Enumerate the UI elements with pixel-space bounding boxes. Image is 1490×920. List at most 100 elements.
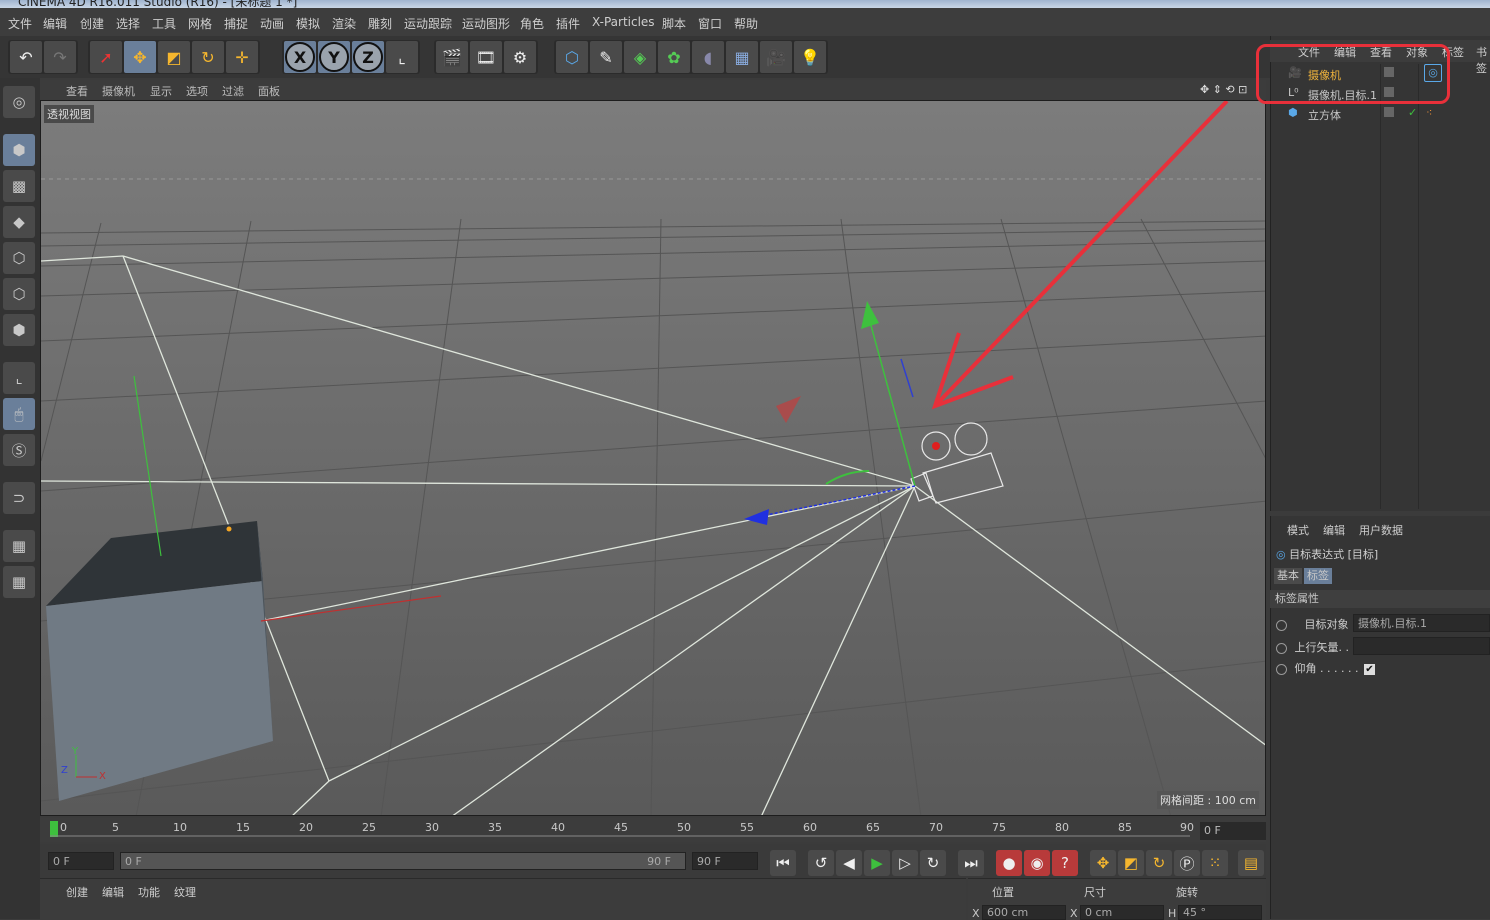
tweak-mode-icon[interactable]: 🖱 [3,398,35,430]
cube-visibility-icon[interactable] [1384,107,1394,117]
viewport-menu-filter[interactable]: 过滤 [222,83,244,99]
key-rotation-icon[interactable]: ↻ [1146,850,1172,876]
workplane-mode-icon[interactable]: ◆ [3,206,35,238]
pitch-checkbox[interactable]: ✔ [1363,664,1375,675]
timeline-ruler[interactable]: 0 5 10 15 20 25 30 35 40 45 50 55 60 65 … [40,818,1266,842]
workplane-lock-icon[interactable]: ▦ [3,530,35,562]
key-pla-icon[interactable]: ⁙ [1202,850,1228,876]
menu-character[interactable]: 角色 [520,15,544,32]
menu-edit[interactable]: 编辑 [43,15,67,32]
live-selection-icon[interactable]: ➚ [90,41,122,73]
axis-mode-icon[interactable]: ⌞ [3,362,35,394]
texture-mode-icon[interactable]: ▩ [3,170,35,202]
go-to-end-icon[interactable]: ⏭ [958,850,984,876]
workplane-align-icon[interactable]: ▦ [3,566,35,598]
light-icon[interactable]: 💡 [794,41,826,73]
material-menu-texture[interactable]: 纹理 [174,884,196,900]
am-menu-mode[interactable]: 模式 [1287,522,1309,538]
x-axis-lock-button[interactable]: X [284,41,316,73]
go-to-start-icon[interactable]: ⏮ [770,850,796,876]
solo-mode-icon[interactable]: Ⓢ [3,434,35,466]
redo-icon[interactable]: ↷ [44,41,76,73]
spline-pen-icon[interactable]: ✎ [590,41,622,73]
end-frame-field[interactable]: 90 F [692,852,758,870]
menu-select[interactable]: 选择 [116,15,140,32]
viewport-nav-icons[interactable]: ✥ ⇕ ⟲ ⊡ [1200,83,1247,96]
edges-mode-icon[interactable]: ⬡ [3,278,35,310]
key-parameter-icon[interactable]: Ⓟ [1174,850,1200,876]
menu-sculpt[interactable]: 雕刻 [368,15,392,32]
floor-icon[interactable]: ▦ [726,41,758,73]
menu-mograph[interactable]: 运动图形 [462,15,510,32]
cube-enabled-check-icon[interactable]: ✓ [1408,106,1417,119]
target-object-radio[interactable] [1276,619,1287,631]
menu-motion-tracking[interactable]: 运动跟踪 [404,15,452,32]
target-object-field[interactable]: 摄像机.目标.1 [1353,614,1490,632]
render-view-icon[interactable]: 🎬 [436,41,468,73]
menu-snap[interactable]: 捕捉 [224,15,248,32]
snap-icon[interactable]: ⊃ [3,482,35,514]
frame-range-slider[interactable]: 0 F 90 F [120,852,686,870]
material-menu-function[interactable]: 功能 [138,884,160,900]
tab-tag[interactable]: 标签 [1304,568,1332,584]
viewport-menu-view[interactable]: 查看 [66,83,88,99]
y-axis-lock-button[interactable]: Y [318,41,350,73]
material-menu-create[interactable]: 创建 [66,884,88,900]
previous-key-icon[interactable]: ↺ [808,850,834,876]
menu-help[interactable]: 帮助 [734,15,758,32]
pitch-radio[interactable] [1276,663,1287,675]
scale-icon[interactable]: ◩ [158,41,190,73]
keyframe-selection-icon[interactable]: ? [1052,850,1078,876]
up-vector-radio[interactable] [1276,642,1287,654]
camera-icon[interactable]: 🎥 [760,41,792,73]
key-position-icon[interactable]: ✥ [1090,850,1116,876]
material-menu-edit[interactable]: 编辑 [102,884,124,900]
menu-file[interactable]: 文件 [8,15,32,32]
menu-mesh[interactable]: 网格 [188,15,212,32]
viewport-menu-options[interactable]: 选项 [186,83,208,99]
coordinate-system-icon[interactable]: ⌞ [386,41,418,73]
start-frame-field[interactable]: 0 F [48,852,114,870]
record-keys-icon[interactable]: ● [996,850,1022,876]
subdivision-icon[interactable]: ◈ [624,41,656,73]
menu-render[interactable]: 渲染 [332,15,356,32]
previous-frame-icon[interactable]: ◀ [836,850,862,876]
cube-icon[interactable]: ⬡ [556,41,588,73]
menu-script[interactable]: 脚本 [662,15,686,32]
make-editable-icon[interactable]: ◎ [3,86,35,118]
viewport-menu-display[interactable]: 显示 [150,83,172,99]
object-row-cube[interactable]: ⬢ 立方体 ✓ ⁖ [1272,104,1490,124]
tab-basic[interactable]: 基本 [1274,568,1302,584]
menu-create[interactable]: 创建 [80,15,104,32]
play-icon[interactable]: ▶ [864,850,890,876]
autokey-icon[interactable]: ◉ [1024,850,1050,876]
menu-simulate[interactable]: 模拟 [296,15,320,32]
recent-tool-icon[interactable]: ✛ [226,41,258,73]
timeline-window-icon[interactable]: ▤ [1238,850,1264,876]
model-mode-icon[interactable]: ⬢ [3,134,35,166]
render-picture-viewer-icon[interactable]: 🎞 [470,41,502,73]
move-icon[interactable]: ✥ [124,41,156,73]
menu-animate[interactable]: 动画 [260,15,284,32]
cloner-icon[interactable]: ✿ [658,41,690,73]
next-frame-icon[interactable]: ▷ [892,850,918,876]
menu-x-particles[interactable]: X-Particles [592,15,655,29]
polygons-mode-icon[interactable]: ⬢ [3,314,35,346]
am-menu-edit[interactable]: 编辑 [1323,522,1345,538]
undo-icon[interactable]: ↶ [10,41,42,73]
position-x-field[interactable]: 600 cm [982,905,1066,920]
size-x-field[interactable]: 0 cm [1080,905,1164,920]
rotate-icon[interactable]: ↻ [192,41,224,73]
rotation-h-field[interactable]: 45 ° [1178,905,1262,920]
menu-tools[interactable]: 工具 [152,15,176,32]
am-menu-user-data[interactable]: 用户数据 [1359,522,1403,538]
viewport-menu-panel[interactable]: 面板 [258,83,280,99]
points-mode-icon[interactable]: ⬡ [3,242,35,274]
z-axis-lock-button[interactable]: Z [352,41,384,73]
up-vector-field[interactable] [1353,637,1490,655]
key-scale-icon[interactable]: ◩ [1118,850,1144,876]
menu-plugins[interactable]: 插件 [556,15,580,32]
cube-tag-icon[interactable]: ⁖ [1426,106,1432,119]
perspective-viewport[interactable]: Y X Z 透视视图 网格间距 : 100 cm [40,100,1266,816]
menu-window[interactable]: 窗口 [698,15,722,32]
